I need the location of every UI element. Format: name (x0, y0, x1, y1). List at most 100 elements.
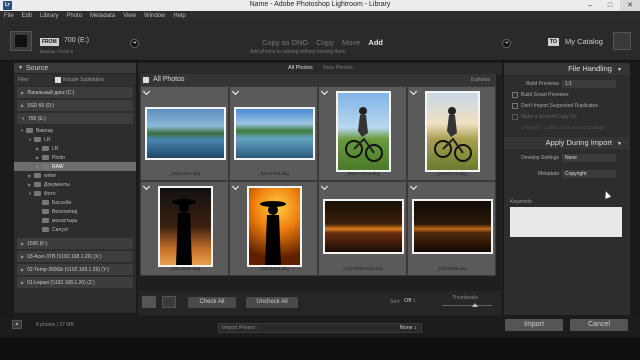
import-preset-bar[interactable]: Import Preset : None ↕ (218, 323, 422, 333)
drive-item[interactable]: ▶ Локальный диск (C:) (17, 87, 133, 98)
mode-copy[interactable]: Copy (316, 38, 334, 47)
maximize-icon[interactable]: □ (600, 0, 620, 11)
arrow-right-icon: ➜ (502, 39, 511, 48)
checkmark-icon[interactable] (320, 87, 329, 96)
checkmark-icon[interactable] (409, 87, 418, 96)
select-all-checkbox[interactable] (143, 77, 149, 83)
sort-select[interactable]: Off ↕ (404, 298, 416, 304)
menu-edit[interactable]: Edit (22, 11, 32, 21)
folder-icon (34, 182, 41, 187)
thumbnail-cell[interactable]: _DSC0099.dng (407, 181, 496, 276)
folder-icon (42, 200, 49, 205)
folder-icon (42, 164, 49, 169)
drive-item[interactable]: ▶ 01-Lepsei (\\192.168.1.26) (Z:) (17, 277, 133, 288)
menu-view[interactable]: View (123, 11, 136, 21)
develop-settings-select[interactable]: None (562, 153, 616, 162)
drive-item[interactable]: ▶ SSD 60 (D:) (17, 100, 133, 111)
folder-item[interactable]: ▶ Документы (14, 180, 136, 189)
files-row: Files Include Subfolders (14, 74, 136, 85)
checkmark-icon[interactable] (320, 182, 329, 191)
apply-title: Apply During Import (545, 138, 612, 147)
checkmark-icon[interactable] (142, 87, 151, 96)
menu-help[interactable]: Help (173, 11, 185, 21)
menu-file[interactable]: File (4, 11, 14, 21)
checkmark-icon[interactable] (409, 182, 418, 191)
slider-handle[interactable] (472, 303, 478, 307)
from-source[interactable]: 700 (E:) (64, 37, 89, 44)
import-button[interactable]: Import (505, 319, 563, 331)
from-path[interactable]: Вивлар / RAW ▾ (40, 49, 73, 55)
source-panel-header[interactable]: ▼ Source (14, 63, 136, 74)
drive-item[interactable]: ▶ 1500 (F:) (17, 238, 133, 249)
folder-item[interactable]: ▶ Photo (14, 153, 136, 162)
check-all-button[interactable]: Check All (188, 297, 236, 308)
window-title: Name - Adobe Photoshop Lightroom - Libra… (249, 1, 391, 8)
uncheck-all-button[interactable]: Uncheck All (246, 297, 298, 308)
thumbnail-cell[interactable]: _DSC4409.dng (229, 86, 318, 181)
thumbnail-cell[interactable]: _DSC0099-Edit.dng (318, 181, 407, 276)
collapse-icon: ▼ (617, 67, 622, 73)
folder-item[interactable]: Силуэт (14, 225, 136, 234)
dont-import-dupes-checkbox[interactable] (512, 102, 518, 109)
tab-new-photos[interactable]: New Photos (323, 65, 353, 71)
dont-import-dupes-label: Don't Import Suspected Duplicates (521, 102, 598, 109)
thumbnail-cell[interactable]: _DSC2712.dng (407, 86, 496, 181)
menu-metadata[interactable]: Metadata (90, 11, 115, 21)
loupe-view-icon[interactable] (162, 296, 176, 308)
thumbnail-cell[interactable]: _DSC4408.dng (140, 86, 229, 181)
checkmark-icon[interactable] (231, 87, 240, 96)
folder-item[interactable]: ▼ Фото (14, 189, 136, 198)
photo-filename: _DSC4409.dng (258, 171, 289, 176)
cancel-button[interactable]: Cancel (570, 319, 628, 331)
photo-filename: _DSC0099.dng (436, 266, 467, 271)
toggle-panel-icon[interactable]: ▲ (12, 320, 22, 329)
folder-item[interactable]: ▼ LR (14, 135, 136, 144)
metadata-select[interactable]: Copyright (562, 169, 616, 178)
tab-all-photos[interactable]: All Photos (288, 65, 313, 71)
folder-item[interactable]: монастырь (14, 216, 136, 225)
build-previews-select[interactable]: 1:1 (562, 79, 616, 88)
options-panel: File Handling ▼ Build Previews 1:1 Build… (504, 63, 630, 315)
build-smart-checkbox[interactable] (512, 91, 518, 98)
import-footer: ▲ 8 photos / 27 MB Import Preset : None … (0, 315, 640, 337)
develop-settings-label: Develop Settings (521, 154, 559, 161)
include-subfolders-checkbox[interactable] (54, 76, 61, 83)
menu-library[interactable]: Library (40, 11, 58, 21)
menu-window[interactable]: Window (144, 11, 165, 21)
grid-view-icon[interactable] (142, 296, 156, 308)
drive-item[interactable]: ▼ 700 (E:) (17, 113, 133, 124)
thumbnail-grid: _DSC4408.dng _DSC4409.dng _DSC2712-3.dng… (140, 86, 496, 276)
checkmark-icon[interactable] (231, 182, 240, 191)
source-title: Source (25, 64, 49, 72)
metadata-row: Metadata Copyright (504, 168, 630, 179)
apply-during-import-header[interactable]: Apply During Import ▼ (504, 137, 630, 149)
folder-item[interactable]: ▼ Вивлар (14, 126, 136, 135)
menu-photo[interactable]: Photo (66, 11, 82, 21)
thumbnail-cell[interactable]: _DSC2712-3.dng (318, 86, 407, 181)
folder-item[interactable]: ▶ writer (14, 171, 136, 180)
minimize-icon[interactable]: – (580, 0, 600, 11)
to-destination[interactable]: My Catalog (565, 37, 603, 46)
import-modes: Copy as DNG Copy Move Add (262, 38, 389, 47)
folder-item[interactable]: ▶ LR (14, 144, 136, 153)
mode-move[interactable]: Move (342, 38, 360, 47)
second-copy-checkbox[interactable] (512, 113, 518, 120)
keywords-input[interactable] (510, 207, 622, 237)
folder-item[interactable]: Бассейн (14, 198, 136, 207)
folder-item[interactable]: Велосипед (14, 207, 136, 216)
thumbnail-cell[interactable]: _DSC3465.dng (140, 181, 229, 276)
photo-filename: _DSC2712.dng (436, 171, 467, 176)
mode-copy-dng[interactable]: Copy as DNG (262, 38, 308, 47)
photo-night-city (414, 201, 491, 252)
folder-item-selected[interactable]: ▶ RAW (14, 162, 136, 171)
mode-add[interactable]: Add (368, 38, 383, 47)
grid-toolbar: Check All Uncheck All Sort: Off ↕ Thumbn… (138, 291, 502, 315)
thumbnail-cell[interactable]: _DSC3465.dng (229, 181, 318, 276)
preset-select[interactable]: None ↕ (400, 325, 417, 331)
checkmark-icon[interactable] (142, 182, 151, 191)
close-icon[interactable]: ✕ (620, 0, 640, 11)
file-handling-header[interactable]: File Handling ▼ (504, 63, 630, 75)
thumbnail-size-slider[interactable] (442, 305, 492, 306)
drive-item[interactable]: ▶ 02-Temp-300Gb (\\192.168.1.26) (Y:) (17, 264, 133, 275)
drive-item[interactable]: ▶ 03-Acer-3TB (\\192.168.1.26) (X:) (17, 251, 133, 262)
